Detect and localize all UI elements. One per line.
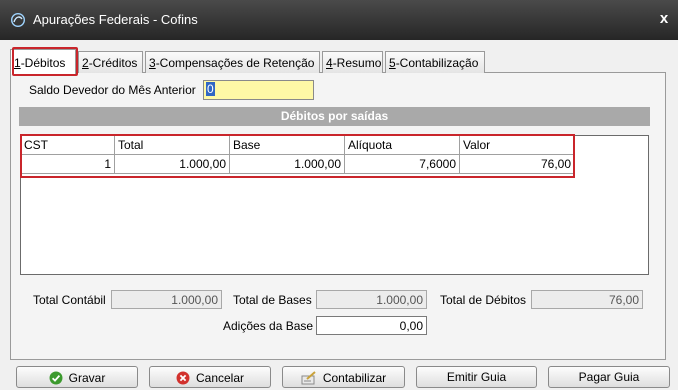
tab-debitos-label: -Débitos bbox=[20, 56, 66, 70]
total-contabil-field: 1.000,00 bbox=[111, 290, 222, 309]
adicoes-base-label: Adições da Base bbox=[223, 319, 314, 333]
column-header-base[interactable]: Base bbox=[230, 136, 345, 155]
tab-contabilizacao-key: 5 bbox=[389, 56, 396, 70]
column-header-cst[interactable]: CST bbox=[21, 136, 115, 155]
total-debitos-label: Total de Débitos bbox=[440, 293, 527, 307]
section-header: Débitos por saídas bbox=[19, 107, 650, 126]
cell-aliquota[interactable]: 7,6000 bbox=[345, 155, 460, 174]
total-debitos-field: 76,00 bbox=[531, 290, 643, 309]
cell-cst[interactable]: 1 bbox=[21, 155, 115, 174]
tab-compensacoes-label: -Compensações de Retenção bbox=[155, 56, 315, 70]
tab-creditos-label: -Créditos bbox=[88, 56, 138, 70]
tab-compensacoes-key: 3 bbox=[149, 56, 156, 70]
saldo-label: Saldo Devedor do Mês Anterior bbox=[29, 83, 196, 97]
cancelar-button[interactable]: Cancelar bbox=[149, 366, 271, 388]
cancelar-label: Cancelar bbox=[195, 370, 245, 385]
saldo-input[interactable]: 0 bbox=[203, 80, 314, 100]
column-header-valor[interactable]: Valor bbox=[460, 136, 575, 155]
saldo-value: 0 bbox=[206, 82, 215, 96]
tab-compensacoes[interactable]: 3-Compensações de Retenção bbox=[145, 51, 320, 73]
column-header-total[interactable]: Total bbox=[115, 136, 230, 155]
total-bases-label: Total de Bases bbox=[233, 293, 312, 307]
total-bases-field: 1.000,00 bbox=[316, 290, 427, 309]
window-title: Apurações Federais - Cofins bbox=[33, 12, 198, 27]
ledger-icon bbox=[301, 371, 316, 385]
cell-total[interactable]: 1.000,00 bbox=[115, 155, 230, 174]
column-header-aliquota[interactable]: Alíquota bbox=[345, 136, 460, 155]
emitir-guia-button[interactable]: Emitir Guia bbox=[416, 366, 537, 388]
tab-resumo[interactable]: 4-Resumo bbox=[322, 51, 383, 73]
cancel-icon bbox=[176, 371, 190, 385]
tab-resumo-key: 4 bbox=[326, 56, 333, 70]
tab-resumo-label: -Resumo bbox=[332, 56, 382, 70]
pagar-guia-button[interactable]: Pagar Guia bbox=[548, 366, 670, 388]
cell-valor[interactable]: 76,00 bbox=[460, 155, 575, 174]
close-icon[interactable]: x bbox=[656, 11, 672, 27]
title-bar: Apurações Federais - Cofins x bbox=[0, 0, 678, 40]
tab-creditos[interactable]: 2-Créditos bbox=[78, 51, 143, 73]
tab-debitos[interactable]: 1-Débitos bbox=[10, 49, 76, 74]
adicoes-base-input[interactable]: 0,00 bbox=[316, 316, 427, 335]
tab-contabilizacao[interactable]: 5-Contabilização bbox=[385, 51, 485, 73]
debitos-grid[interactable]: CST Total Base Alíquota Valor 1 1.000,00… bbox=[20, 135, 649, 275]
tab-contabilizacao-label: -Contabilização bbox=[395, 56, 479, 70]
tab-creditos-key: 2 bbox=[82, 56, 89, 70]
gravar-label: Gravar bbox=[68, 370, 106, 385]
contabilizar-button[interactable]: Contabilizar bbox=[282, 366, 405, 388]
gravar-button[interactable]: Gravar bbox=[16, 366, 138, 388]
contabilizar-label: Contabilizar bbox=[322, 370, 387, 385]
tab-debitos-key: 1 bbox=[14, 56, 21, 70]
app-logo-icon bbox=[11, 13, 25, 27]
cell-base[interactable]: 1.000,00 bbox=[230, 155, 345, 174]
total-contabil-label: Total Contábil bbox=[33, 293, 106, 307]
check-icon bbox=[49, 371, 63, 385]
